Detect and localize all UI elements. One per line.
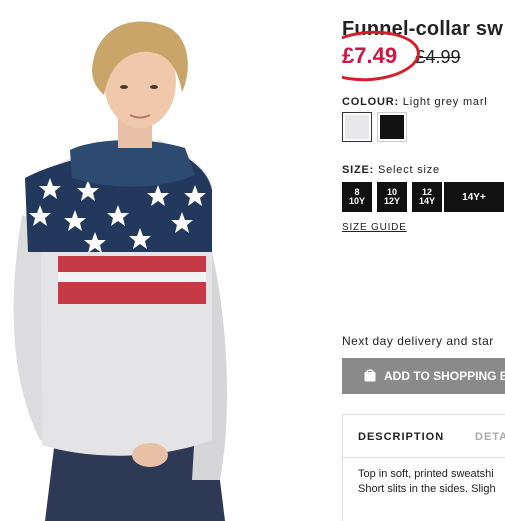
size-line2: 10Y: [348, 196, 365, 206]
product-info: Funnel-collar sw £7.49 £4.99 COLOUR: Lig…: [342, 0, 505, 521]
colour-value: Light grey marl: [402, 96, 488, 108]
size-guide-link[interactable]: SIZE GUIDE: [342, 222, 407, 233]
size-button-8-10y[interactable]: 8 10Y: [342, 182, 372, 212]
swatch-light-grey[interactable]: [342, 112, 372, 142]
size-label: SIZE: Select size: [342, 164, 440, 176]
add-to-bag-label: ADD TO SHOPPING B: [384, 369, 505, 383]
swatch-black[interactable]: [377, 112, 407, 142]
size-button-10-12y[interactable]: 10 12Y: [377, 182, 407, 212]
size-line2: 12Y: [383, 196, 400, 206]
size-heading: SIZE:: [342, 164, 375, 176]
size-line1: 14Y+: [462, 191, 486, 203]
size-button-14y-plus[interactable]: 14Y+: [444, 182, 504, 212]
product-tabs: DESCRIPTION DETA Top in soft, printed sw…: [342, 414, 505, 521]
size-line2: 14Y: [418, 196, 435, 206]
delivery-info: Next day delivery and star: [342, 334, 494, 348]
description-line: Short slits in the sides. Sligh: [358, 483, 496, 495]
size-button-12-14y[interactable]: 12 14Y: [412, 182, 442, 212]
old-price: £4.99: [415, 47, 461, 67]
product-photo: [0, 0, 335, 521]
tab-description[interactable]: DESCRIPTION: [358, 431, 444, 443]
size-prompt: Select size: [377, 164, 440, 176]
description-text: Top in soft, printed sweatshi Short slit…: [358, 467, 496, 497]
add-to-bag-button[interactable]: ADD TO SHOPPING B: [342, 358, 505, 394]
tab-divider: [343, 457, 505, 458]
product-image[interactable]: [0, 0, 335, 521]
colour-heading: COLOUR:: [342, 96, 399, 108]
tab-details[interactable]: DETA: [475, 431, 505, 443]
description-line: Top in soft, printed sweatshi: [358, 468, 494, 480]
shopping-bag-icon: [364, 369, 376, 382]
colour-label: COLOUR: Light grey marl: [342, 96, 488, 108]
